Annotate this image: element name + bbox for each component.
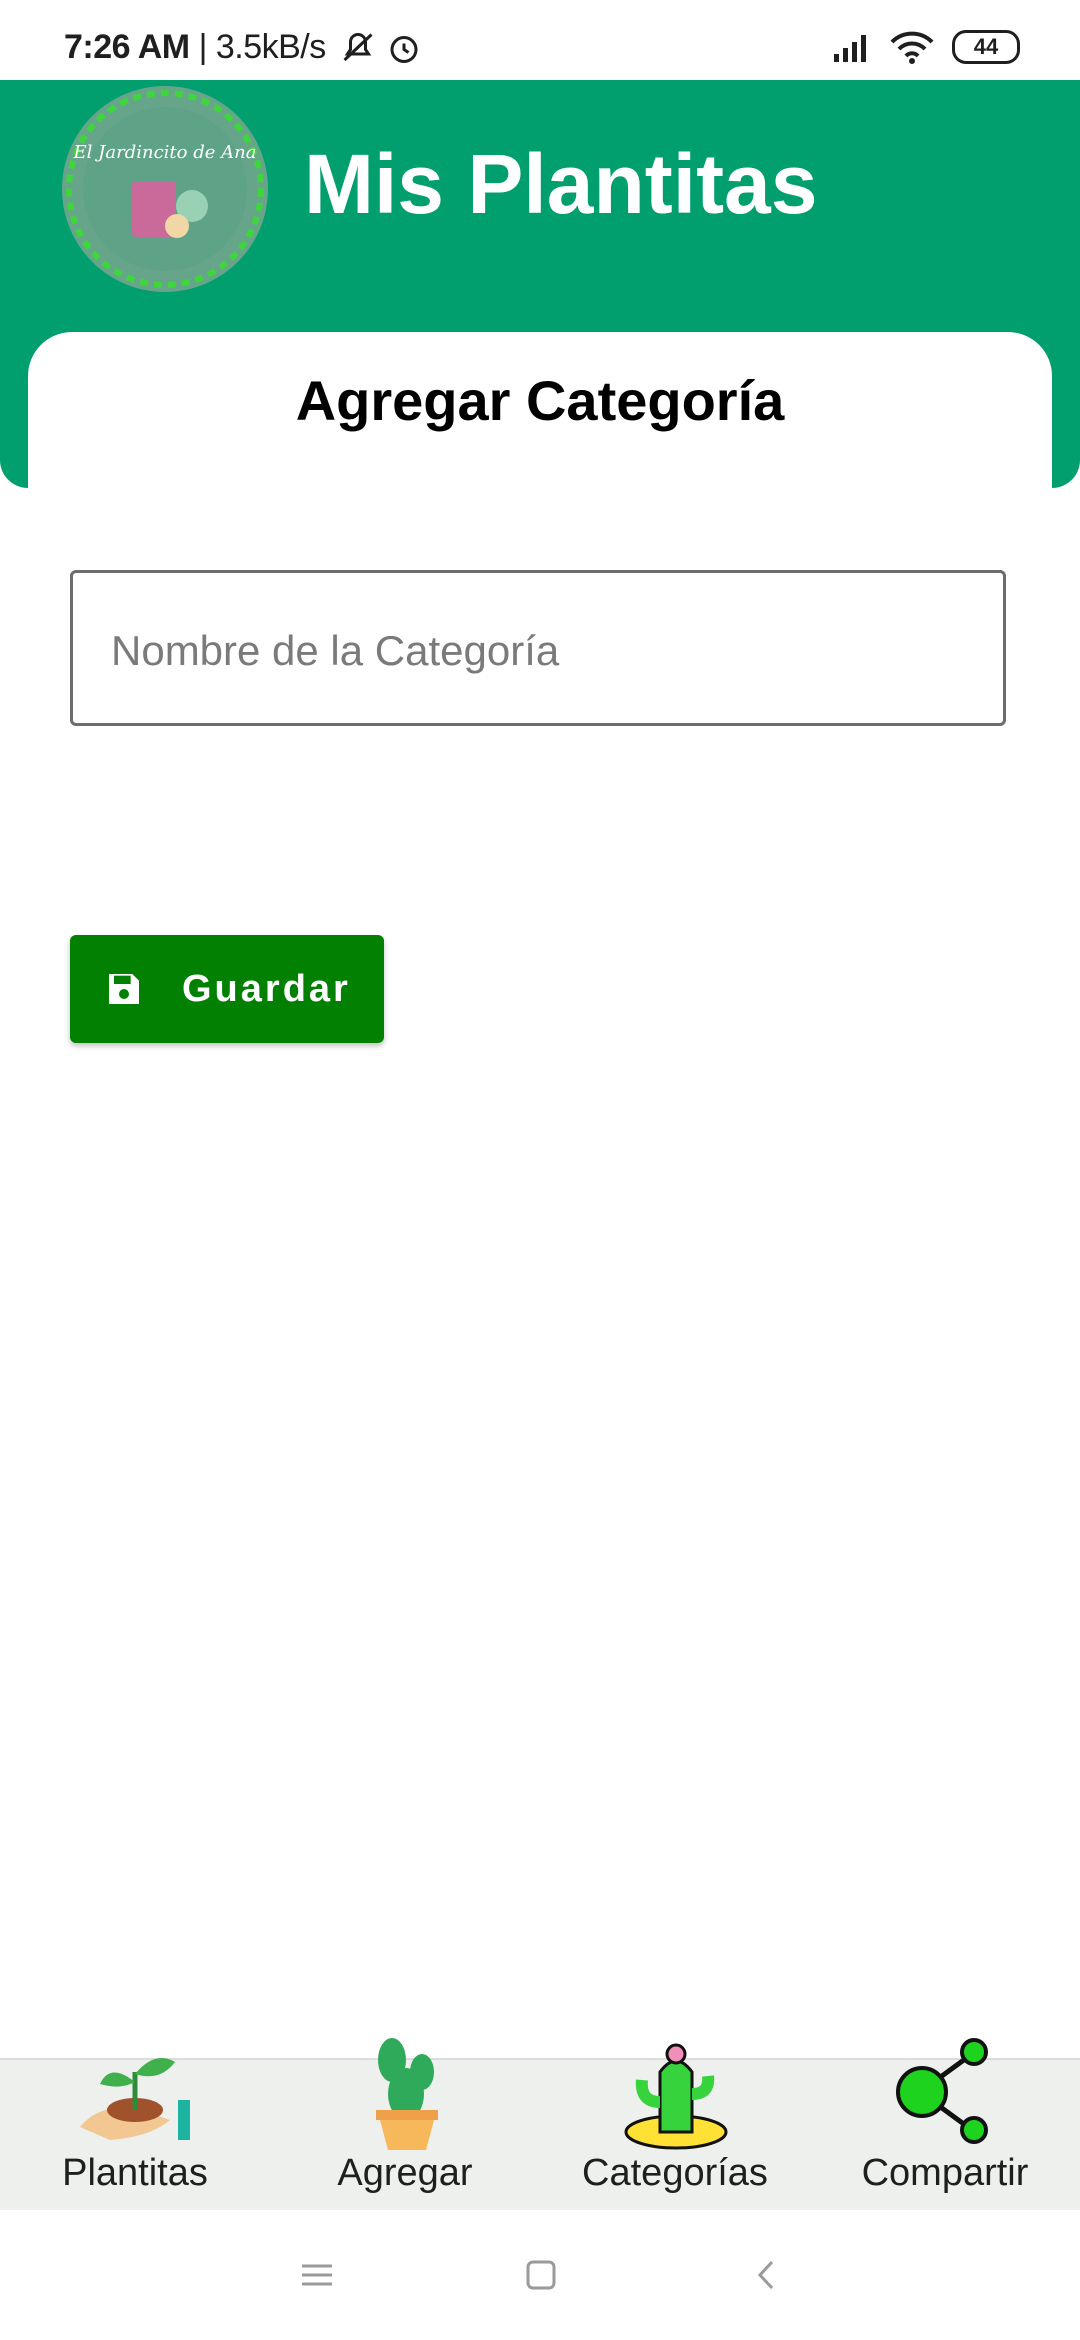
app-title: Mis Plantitas: [304, 137, 818, 231]
signal-icon: [834, 35, 866, 62]
nav-item-compartir[interactable]: Compartir: [810, 2038, 1080, 2212]
nav-item-categorias[interactable]: Categorías: [540, 2043, 810, 2212]
nav-label: Plantitas: [62, 2152, 208, 2194]
app-logo: El Jardincito de Ana: [62, 86, 268, 292]
nav-item-plantitas[interactable]: Plantitas: [0, 2058, 270, 2212]
save-button[interactable]: Guardar: [70, 935, 384, 1043]
page-title: Agregar Categoría: [295, 369, 785, 432]
mute-bell-icon: [343, 32, 373, 62]
bottom-navigation: Plantitas Agregar Categorías Compartir: [0, 2038, 1080, 2212]
nav-label: Agregar: [337, 2152, 473, 2194]
svg-text:El Jardincito de Ana: El Jardincito de Ana: [73, 142, 257, 163]
save-button-label: Guardar: [182, 967, 351, 1010]
status-bar: 7:26 AM | 3.5kB/s 44: [0, 0, 1080, 80]
system-navigation-bar: [0, 2210, 1080, 2340]
category-name-input[interactable]: [109, 615, 973, 687]
potted-cactus-icon: [376, 2038, 438, 2150]
alarm-icon: [390, 36, 418, 63]
nav-label: Categorías: [582, 2152, 768, 2194]
save-icon: [109, 974, 139, 1004]
home-icon[interactable]: [516, 2250, 566, 2300]
network-speed: | 3.5kB/s: [198, 28, 327, 66]
status-time: 7:26 AM | 3.5kB/s: [64, 28, 327, 66]
wifi-icon: [890, 31, 934, 64]
hand-sprout-icon: [80, 2058, 190, 2140]
nav-item-agregar[interactable]: Agregar: [270, 2038, 540, 2212]
nav-label: Compartir: [861, 2152, 1029, 2194]
category-name-field[interactable]: [70, 570, 1006, 726]
battery-indicator: 44: [952, 30, 1020, 64]
cactus-flower-icon: [624, 2043, 728, 2150]
share-icon: [896, 2038, 988, 2144]
menu-icon[interactable]: [292, 2250, 342, 2300]
back-icon[interactable]: [742, 2250, 792, 2300]
